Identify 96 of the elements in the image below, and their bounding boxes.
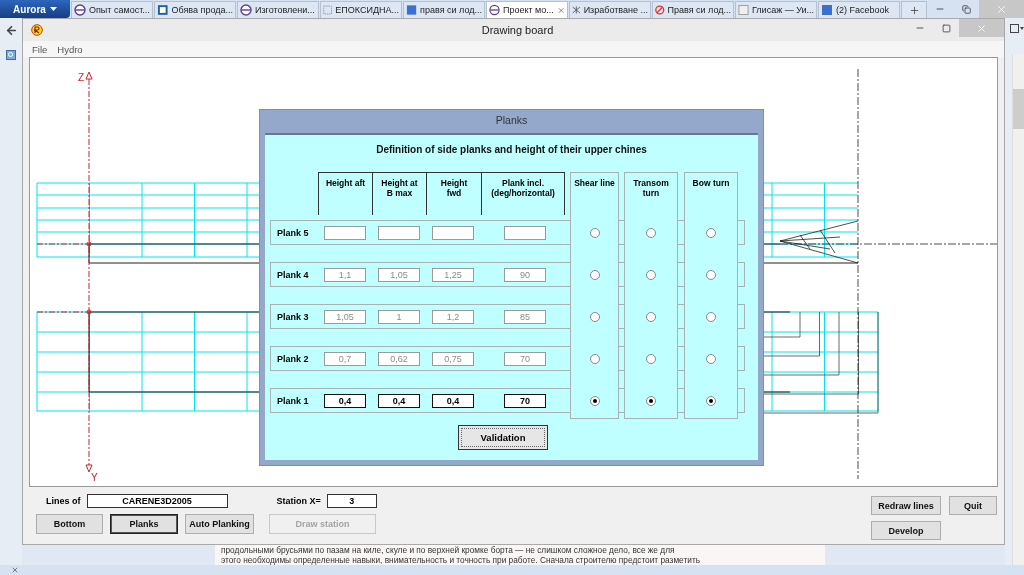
plank-label: Plank 1 [276,395,310,406]
caret-icon [49,7,57,11]
tab-title: Проект мо... [502,5,554,15]
site-favicon-icon [74,4,86,16]
field-label: Lines of [46,496,81,506]
site-favicon-icon [655,4,665,16]
radio-button[interactable] [589,354,600,364]
menu-item[interactable]: Hydro [57,43,83,55]
browser-tab[interactable]: Изготовлени... [237,1,319,18]
column-header: Height aft [318,172,372,215]
article-text-line: этого необходимы определенные навыки, внимательность и точность при работе. Сначала строителю предстоит разметить [221,555,701,565]
option-column-label: Shear line [574,177,615,190]
tab-title: Опыт самост... [89,5,150,15]
axis-label: Y [91,472,98,483]
option-column-label: Bow turn [692,177,730,190]
axis-label: Z [78,72,85,83]
plank-label: Plank 2 [276,353,310,364]
search-icon[interactable] [6,50,16,60]
action-button[interactable]: Develop [871,521,941,540]
close-icon [976,22,987,34]
radio-button[interactable] [589,270,600,280]
site-favicon-icon [738,4,749,16]
input-field[interactable]: 0,4 [378,393,420,408]
app-logo-icon [31,24,43,36]
scrollbar[interactable] [1012,54,1024,565]
browser-tab[interactable]: (2) Facebook [818,1,900,18]
site-favicon-icon [489,4,500,16]
action-button[interactable]: Redraw lines [871,496,941,515]
maximize-icon [941,23,951,33]
dialog-heading: Definition of side planks and height of their upper chines [375,143,648,157]
site-favicon-icon [572,4,581,16]
radio-button[interactable] [589,312,600,322]
back-icon[interactable] [4,24,18,37]
browser-tab[interactable]: Опыт самост... [71,1,153,18]
site-favicon-icon [323,4,333,16]
site-favicon-icon [821,4,833,16]
radio-button[interactable] [706,354,716,364]
tab-title: Изготовлени... [255,5,315,15]
radio-button[interactable] [706,312,716,322]
option-column-label: Transom turn [632,177,670,200]
input-field[interactable]: 0,4 [432,393,474,408]
action-button[interactable]: Quit [949,496,997,515]
browser-tab[interactable]: Глисаж — Уи... [735,1,817,18]
article-text-line: продольными брусьями по пазам на киле, скуле и по верхней кромке борта — не слишком сложное дело, все же для [221,545,676,555]
tab-title: правя си лод... [420,5,482,15]
site-favicon-icon [240,4,252,16]
close-icon [996,3,1007,15]
tab-title: Обява прода... [171,5,233,15]
radio-button[interactable] [589,228,600,238]
radio-button[interactable] [706,396,716,406]
new-tab-button[interactable] [901,1,927,18]
restore-icon [961,4,971,14]
column-header: Height fwd [426,172,481,215]
browser-tab[interactable]: ЕПОКСИДНА... [320,1,402,18]
site-favicon-icon [406,4,418,16]
close-icon[interactable] [556,5,565,15]
tab-title: Глисаж — Уи... [752,5,814,15]
input-field[interactable]: 0,4 [324,393,366,408]
browser-tab[interactable]: Обява прода... [154,1,236,18]
toolbar-button[interactable]: Planks [110,514,178,534]
input-field[interactable]: CARENE3D2005 [86,494,228,508]
column-header: Plank incl. (deg/horizontal) [481,172,565,215]
toolbar-button[interactable]: Bottom [36,514,103,534]
browser-menu-button[interactable]: Aurora [0,0,70,18]
input-field[interactable]: 70 [504,393,546,408]
radio-button[interactable] [589,396,600,406]
browser-tab[interactable]: Правя си лод... [652,1,734,18]
close-icon[interactable] [11,566,19,574]
scrollbar-thumb[interactable] [1013,89,1024,129]
column-header: Height at B max [372,172,426,215]
plank-label: Plank 3 [276,311,310,322]
radio-button[interactable] [646,270,656,280]
plus-icon [908,4,920,16]
plank-label: Plank 5 [276,227,310,238]
plank-label: Plank 4 [276,269,310,280]
tab-title: (2) Facebook [836,5,890,15]
input-field[interactable]: 3 [326,494,377,508]
browser-tab[interactable]: Проект мо... [486,1,568,18]
radio-button[interactable] [646,312,656,322]
radio-button[interactable] [646,228,656,238]
site-favicon-icon [157,4,169,16]
radio-button[interactable] [706,228,716,238]
field-label: Station X= [276,496,321,506]
browser-tab[interactable]: правя си лод... [403,1,485,18]
menu-item[interactable]: File [32,43,48,55]
tab-title: Правя си лод... [667,5,731,15]
toolbar-button[interactable]: Auto Planking [185,514,254,534]
radio-button[interactable] [646,354,656,364]
validation-button[interactable]: Validation [458,425,548,450]
radio-button[interactable] [706,270,716,280]
window-title: Drawing board [481,24,554,36]
browser-tab[interactable]: Изработване ... [569,1,651,18]
tab-title: ЕПОКСИДНА... [335,5,399,15]
dialog-title: Planks [494,113,529,128]
tab-title: Изработване ... [583,5,648,15]
radio-button[interactable] [646,396,656,406]
